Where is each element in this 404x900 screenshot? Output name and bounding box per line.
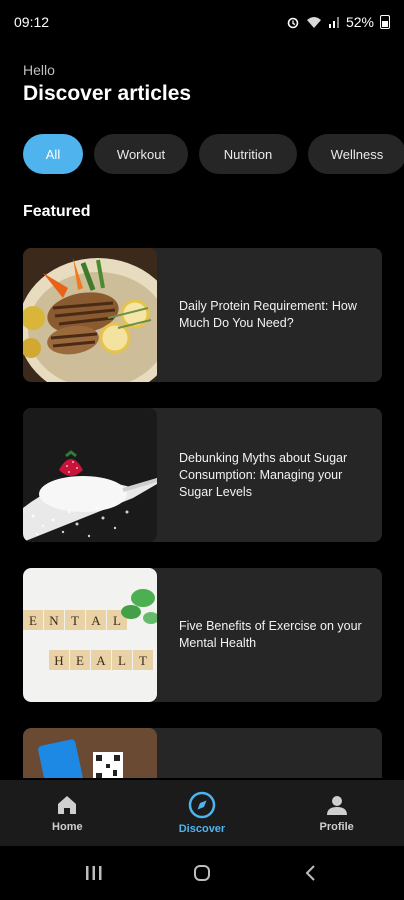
chip-all[interactable]: All (23, 134, 83, 174)
nav-profile-label: Profile (319, 821, 354, 833)
recent-apps-button[interactable] (74, 858, 114, 888)
chip-workout[interactable]: Workout (94, 134, 188, 174)
article-card[interactable]: Debunking Myths about Sugar Consumption:… (23, 408, 382, 542)
status-icons: 52% (286, 14, 390, 30)
nav-discover[interactable]: Discover (152, 791, 252, 835)
back-button[interactable] (290, 858, 330, 888)
nav-home[interactable]: Home (17, 793, 117, 833)
article-title: Daily Protein Requirement: How Much Do Y… (179, 299, 357, 330)
svg-text:L: L (113, 613, 121, 628)
svg-text:N: N (49, 613, 59, 628)
page-title: Discover articles (23, 82, 192, 105)
featured-heading: Featured (23, 203, 91, 220)
status-time: 09:12 (14, 14, 50, 30)
svg-text:T: T (139, 653, 147, 668)
greeting-text: Hello (23, 62, 55, 78)
bottom-nav: Home Discover Profile (0, 780, 404, 846)
alarm-icon (287, 17, 299, 29)
grilled-chicken-image (23, 248, 157, 382)
article-title: Five Benefits of Exercise on your Mental… (179, 619, 362, 650)
chip-nutrition[interactable]: Nutrition (199, 134, 297, 174)
svg-text:E: E (76, 653, 84, 668)
article-card[interactable]: E N T A L H E A L T Five Benefits of Exe… (23, 568, 382, 702)
svg-text:H: H (54, 653, 63, 668)
nav-profile[interactable]: Profile (287, 793, 387, 833)
home-icon (58, 796, 77, 814)
home-button[interactable] (182, 858, 222, 888)
nav-discover-label: Discover (178, 823, 226, 835)
signal-icon (328, 17, 339, 28)
chip-wellness[interactable]: Wellness (308, 134, 404, 174)
system-nav-bar (0, 846, 404, 900)
wifi-icon (306, 17, 321, 28)
compass-icon (188, 791, 216, 819)
svg-text:T: T (71, 613, 79, 628)
svg-text:E: E (29, 613, 37, 628)
svg-text:A: A (96, 653, 106, 668)
mental-health-tiles-image: E N T A L H E A L T (23, 568, 157, 702)
article-card[interactable]: Daily Protein Requirement: How Much Do Y… (23, 248, 382, 382)
phone-qr-image (23, 728, 157, 778)
article-list: Daily Protein Requirement: How Much Do Y… (23, 248, 382, 778)
article-card[interactable] (23, 728, 382, 778)
battery-icon (380, 15, 390, 29)
svg-text:A: A (91, 613, 101, 628)
back-chevron-icon (305, 865, 315, 881)
sugar-spoon-image (23, 408, 157, 542)
status-bar: 09:12 52% (0, 0, 404, 44)
battery-text: 52% (345, 14, 374, 30)
article-title: Debunking Myths about Sugar Consumption:… (179, 450, 348, 499)
svg-text:L: L (118, 653, 126, 668)
category-chips: All Workout Nutrition Wellness (23, 134, 404, 174)
nav-home-label: Home (52, 821, 83, 833)
home-circle-icon (194, 865, 210, 881)
person-icon (326, 796, 347, 815)
recent-apps-icon (86, 866, 102, 880)
